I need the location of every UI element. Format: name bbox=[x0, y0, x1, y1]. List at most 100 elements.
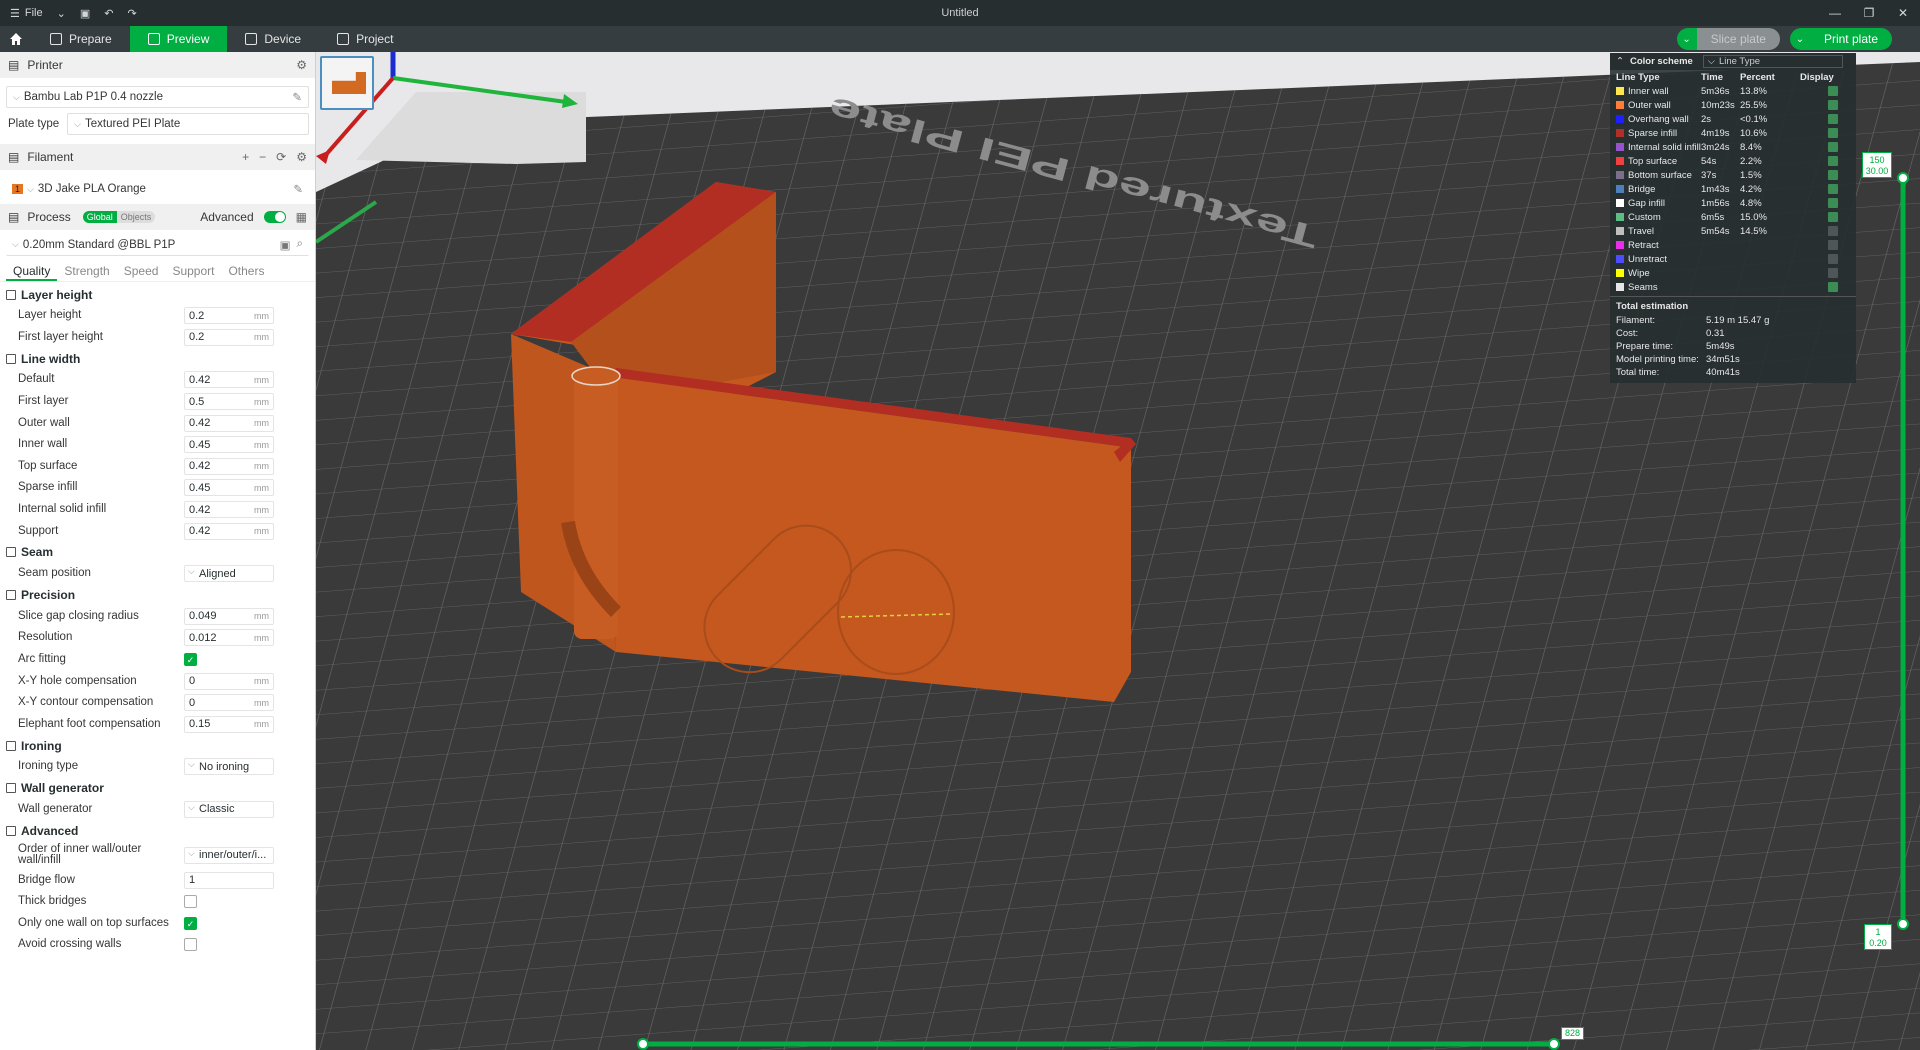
vertical-slider-top-handle[interactable] bbox=[1897, 172, 1909, 184]
vertical-slider-bottom-handle[interactable] bbox=[1897, 918, 1909, 930]
printer-select[interactable]: ⌵ Bambu Lab P1P 0.4 nozzle ✎ bbox=[6, 86, 309, 108]
close-icon[interactable]: ✕ bbox=[1886, 0, 1920, 26]
ironing-type-select[interactable]: No ironing bbox=[184, 758, 274, 776]
xy-contour-compensation-input[interactable]: 0 mm bbox=[184, 694, 274, 712]
objects-toggle[interactable]: Objects bbox=[116, 211, 156, 223]
print-dropdown-chevron-icon[interactable]: ⌄ bbox=[1789, 28, 1810, 50]
plate-thumbnail-model bbox=[332, 72, 366, 94]
edit-icon[interactable]: ✎ bbox=[292, 90, 302, 104]
search-icon[interactable]: ⌕ bbox=[297, 238, 303, 252]
subtab-others[interactable]: Others bbox=[221, 262, 271, 281]
legend-row: Bottom surface 37s 1.5% bbox=[1610, 168, 1856, 182]
total-row: Prepare time: 5m49s bbox=[1610, 340, 1856, 353]
add-icon[interactable]: + bbox=[242, 150, 249, 164]
subtab-support[interactable]: Support bbox=[165, 262, 221, 281]
inner-wall-width-input[interactable]: 0.45 mm bbox=[184, 436, 274, 454]
seam-position-select[interactable]: Aligned bbox=[184, 565, 274, 583]
legend-swatch bbox=[1616, 185, 1624, 193]
avoid-crossing-walls-checkbox[interactable] bbox=[184, 938, 197, 952]
advanced-switch[interactable] bbox=[263, 211, 286, 223]
first-layer-height-input[interactable]: 0.2 mm bbox=[184, 328, 274, 346]
horizontal-slider-start-handle[interactable] bbox=[637, 1038, 649, 1050]
legend-display-toggle[interactable] bbox=[1828, 156, 1838, 166]
process-profile-select[interactable]: ⌵ 0.20mm Standard @BBL P1P ▣ ⌕ bbox=[6, 234, 309, 256]
chevron-down-icon[interactable]: ⌄ bbox=[57, 7, 66, 20]
legend-row: Seams bbox=[1610, 280, 1856, 294]
compare-icon[interactable]: ▦ bbox=[296, 210, 307, 224]
top-surface-width-input[interactable]: 0.42 mm bbox=[184, 457, 274, 475]
first-layer-width-input[interactable]: 0.5 mm bbox=[184, 393, 274, 411]
collapse-icon[interactable]: ⌃ bbox=[1616, 56, 1624, 67]
slice-gap-closing-radius-input[interactable]: 0.049 mm bbox=[184, 607, 274, 625]
tab-device[interactable]: Device bbox=[227, 26, 319, 52]
param-label: Default bbox=[18, 373, 55, 386]
bridge-flow-input[interactable]: 1 bbox=[184, 871, 274, 889]
plate-type-select[interactable]: ⌵ Textured PEI Plate bbox=[67, 113, 309, 135]
legend-display-toggle[interactable] bbox=[1828, 240, 1838, 250]
legend-display-toggle[interactable] bbox=[1828, 86, 1838, 96]
legend-display-toggle[interactable] bbox=[1828, 282, 1838, 292]
sparse-infill-width-input[interactable]: 0.45 mm bbox=[184, 479, 274, 497]
wall-order-select[interactable]: inner/outer/i... bbox=[184, 846, 274, 864]
edit-icon[interactable]: ✎ bbox=[293, 182, 303, 196]
thick-bridges-checkbox[interactable] bbox=[184, 895, 197, 909]
arc-fitting-checkbox[interactable]: ✓ bbox=[184, 653, 197, 667]
restore-icon[interactable]: ❐ bbox=[1852, 0, 1886, 26]
redo-icon[interactable]: ↷ bbox=[127, 7, 136, 20]
outer-wall-width-input[interactable]: 0.42 mm bbox=[184, 414, 274, 432]
legend-display-toggle[interactable] bbox=[1828, 128, 1838, 138]
legend-display-toggle[interactable] bbox=[1828, 212, 1838, 222]
file-menu[interactable]: ☰ File bbox=[10, 7, 43, 20]
internal-solid-infill-width-input[interactable]: 0.42 mm bbox=[184, 501, 274, 519]
window-title: Untitled bbox=[941, 7, 979, 19]
bottom-layer-number: 1 bbox=[1875, 927, 1881, 937]
tab-project[interactable]: Project bbox=[319, 26, 411, 52]
layer-height-input[interactable]: 0.2 mm bbox=[184, 307, 274, 325]
gear-icon[interactable]: ⚙ bbox=[296, 150, 307, 164]
legend-display-toggle[interactable] bbox=[1828, 142, 1838, 152]
legend-row: Overhang wall 2s <0.1% bbox=[1610, 112, 1856, 126]
horizontal-slider-end-handle[interactable] bbox=[1548, 1038, 1560, 1050]
resolution-input[interactable]: 0.012 mm bbox=[184, 629, 274, 647]
print-plate-button[interactable]: Print plate bbox=[1809, 28, 1892, 50]
subtab-quality[interactable]: Quality bbox=[6, 262, 58, 281]
sync-icon[interactable]: ⟳ bbox=[276, 150, 286, 164]
wall-generator-select[interactable]: Classic bbox=[184, 800, 274, 818]
minimize-icon[interactable]: — bbox=[1818, 0, 1852, 26]
save-icon[interactable]: ▣ bbox=[280, 238, 291, 252]
legend-display-toggle[interactable] bbox=[1828, 114, 1838, 124]
global-toggle[interactable]: Global bbox=[82, 211, 117, 223]
legend-display-toggle[interactable] bbox=[1828, 184, 1838, 194]
legend-display-toggle[interactable] bbox=[1828, 226, 1838, 236]
legend-display-toggle[interactable] bbox=[1828, 198, 1838, 208]
subtab-speed[interactable]: Speed bbox=[117, 262, 166, 281]
advanced-label: Advanced bbox=[200, 210, 254, 224]
slice-plate-button[interactable]: Slice plate bbox=[1696, 28, 1780, 50]
line-type-legend: ⌃ Color scheme ⌵ Line Type Line Type Time… bbox=[1610, 53, 1856, 383]
save-icon[interactable]: ▣ bbox=[80, 7, 90, 20]
unit-label: mm bbox=[254, 439, 269, 450]
remove-icon[interactable]: − bbox=[259, 150, 266, 164]
default-width-input[interactable]: 0.42 mm bbox=[184, 371, 274, 389]
elephant-foot-compensation-input[interactable]: 0.15 mm bbox=[184, 715, 274, 733]
color-scheme-select[interactable]: ⌵ Line Type bbox=[1702, 55, 1843, 68]
slice-dropdown-chevron-icon[interactable]: ⌄ bbox=[1676, 28, 1697, 50]
legend-display-toggle[interactable] bbox=[1828, 268, 1838, 278]
param-value: 0.42 bbox=[189, 503, 211, 516]
only-one-wall-top-checkbox[interactable]: ✓ bbox=[184, 916, 197, 930]
param-avoid-crossing-walls: Avoid crossing walls bbox=[0, 934, 315, 956]
xy-hole-compensation-input[interactable]: 0 mm bbox=[184, 672, 274, 690]
legend-display-toggle[interactable] bbox=[1828, 100, 1838, 110]
support-width-input[interactable]: 0.42 mm bbox=[184, 522, 274, 540]
unit-label: mm bbox=[254, 632, 269, 643]
plate-thumbnail[interactable] bbox=[320, 56, 374, 110]
gear-icon[interactable]: ⚙ bbox=[296, 58, 307, 72]
subtab-strength[interactable]: Strength bbox=[57, 262, 116, 281]
legend-display-toggle[interactable] bbox=[1828, 170, 1838, 180]
legend-display-toggle[interactable] bbox=[1828, 254, 1838, 264]
tab-preview[interactable]: Preview bbox=[129, 26, 228, 52]
home-icon[interactable] bbox=[0, 26, 32, 52]
undo-icon[interactable]: ↶ bbox=[104, 7, 113, 20]
tab-prepare[interactable]: Prepare bbox=[32, 26, 130, 52]
filament-select[interactable]: 1 ⌵ 3D Jake PLA Orange ✎ bbox=[6, 178, 309, 200]
